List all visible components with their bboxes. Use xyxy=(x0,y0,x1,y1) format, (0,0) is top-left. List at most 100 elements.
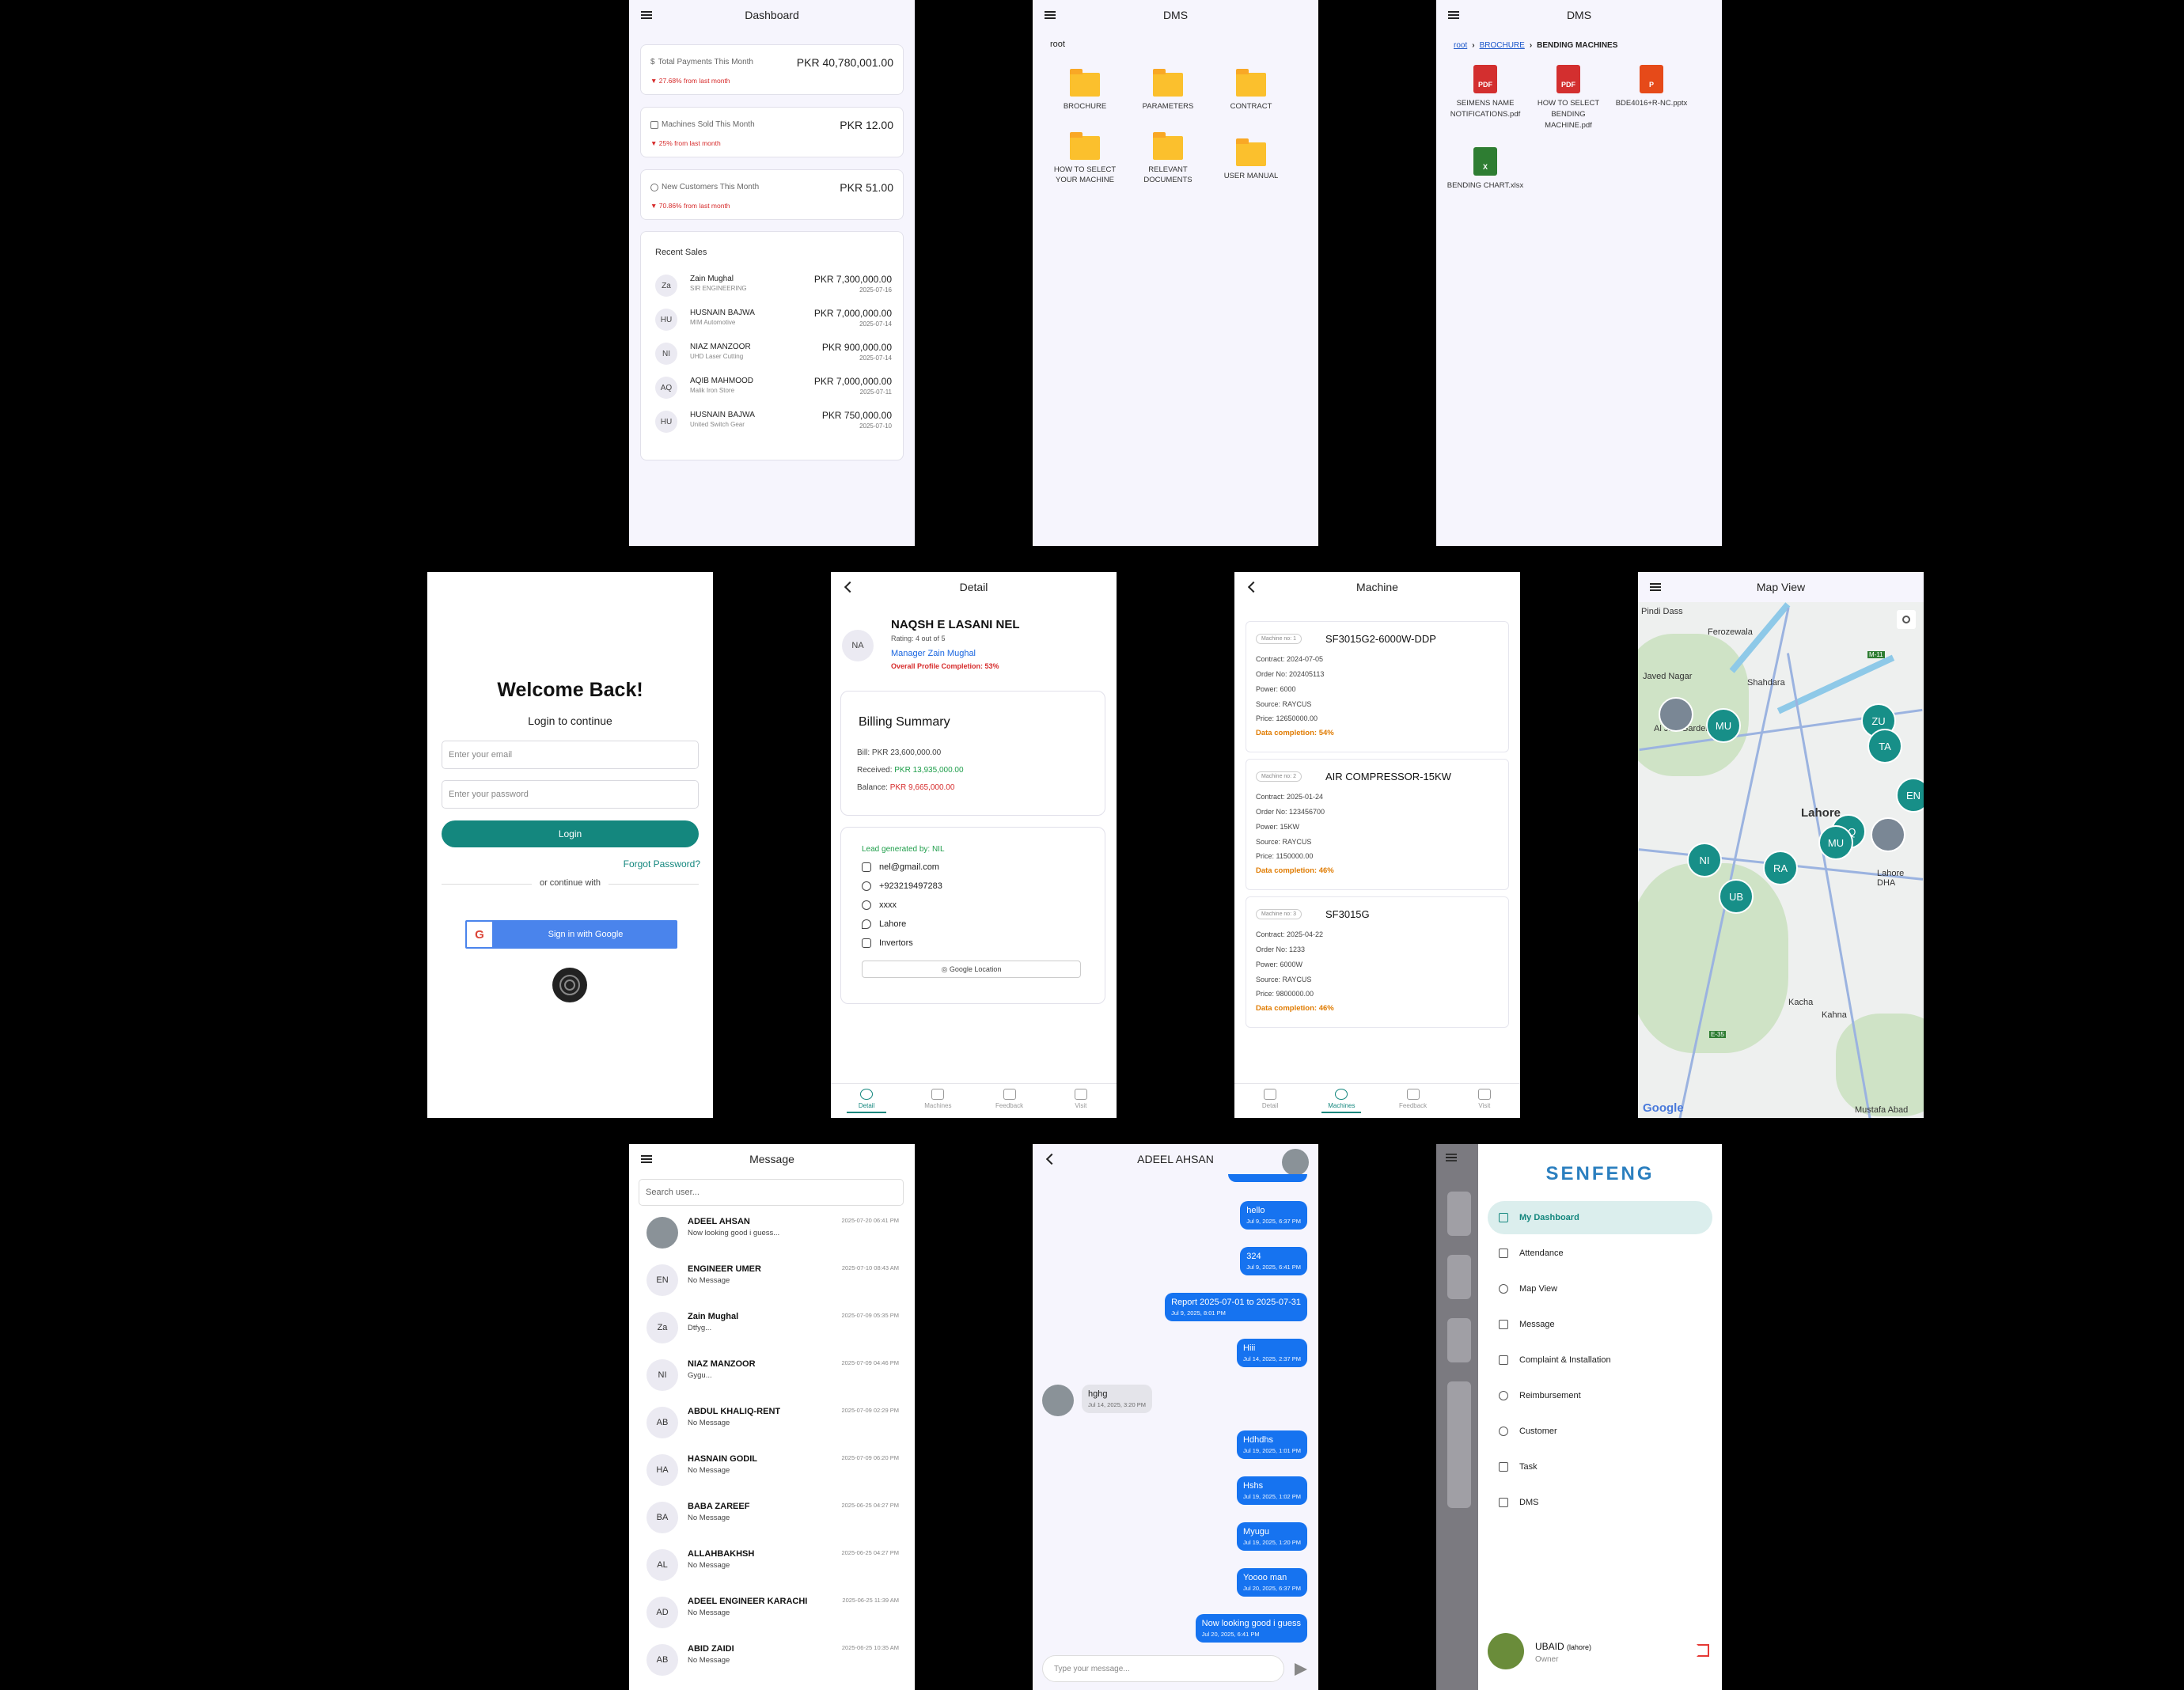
chat-list-item[interactable]: NI NIAZ MANZOOR Gygu... 2025-07-09 04:46 PM xyxy=(646,1355,899,1399)
tab-machines[interactable]: Machines xyxy=(902,1084,973,1118)
nav-item-task[interactable]: Task xyxy=(1488,1450,1712,1483)
folder-item[interactable]: HOW TO SELECT YOUR MACHINE xyxy=(1045,132,1124,185)
file-item[interactable]: X BENDING CHART.xlsx xyxy=(1444,147,1526,191)
nav-item-dms[interactable]: DMS xyxy=(1488,1486,1712,1519)
map-pin[interactable]: RA xyxy=(1763,851,1798,885)
map-pin[interactable]: NI xyxy=(1687,843,1722,877)
machine-card[interactable]: Machine no: 1 SF3015G2-6000W-DDP Contrac… xyxy=(1246,621,1509,752)
my-location-icon[interactable] xyxy=(1897,610,1916,629)
folder-item[interactable]: USER MANUAL xyxy=(1211,138,1291,181)
tab-feedback[interactable]: Feedback xyxy=(974,1084,1045,1118)
google-location-button[interactable]: ◎ Google Location xyxy=(862,961,1081,978)
phone-row[interactable]: +923219497283 xyxy=(862,881,942,891)
folder-item[interactable]: CONTRACT xyxy=(1211,69,1291,112)
chat-list-item[interactable]: HA HASNAIN GODIL No Message 2025-07-09 06:2… xyxy=(646,1449,899,1494)
message-bubble-outgoing[interactable]: 324 Jul 9, 2025, 6:41 PM xyxy=(1240,1247,1307,1275)
message-bubble-incoming[interactable]: hghg Jul 14, 2025, 3:20 PM xyxy=(1082,1385,1152,1413)
chat-list-item[interactable]: ADEEL AHSAN Now looking good i guess... 20… xyxy=(646,1212,899,1256)
tab-detail[interactable]: Detail xyxy=(831,1084,902,1118)
sale-row[interactable]: AQ AQIB MAHMOOD Malik Iron Store PKR 7,0… xyxy=(655,373,892,405)
tab-machines[interactable]: Machines xyxy=(1306,1084,1377,1118)
send-icon[interactable] xyxy=(1295,1663,1307,1676)
menu-icon[interactable] xyxy=(639,1151,654,1167)
message-bubble-outgoing[interactable]: Hiii Jul 14, 2025, 2:37 PM xyxy=(1237,1339,1307,1367)
map-pin[interactable]: MU xyxy=(1706,708,1741,743)
avatar[interactable] xyxy=(1282,1149,1309,1176)
message-bubble-outgoing[interactable]: Yoooo man Jul 20, 2025, 6:37 PM xyxy=(1237,1568,1307,1597)
sale-row[interactable]: HU HUSNAIN BAJWA MIM Automotive PKR 7,00… xyxy=(655,305,892,337)
message-bubble-outgoing[interactable]: Now looking good i guess Jul 20, 2025, 6:… xyxy=(1195,1614,1307,1643)
menu-icon[interactable] xyxy=(1042,7,1058,23)
pdf-icon: PDF xyxy=(1556,65,1580,93)
email-row[interactable]: nel@gmail.com xyxy=(862,862,939,872)
breadcrumb-brochure[interactable]: BROCHURE xyxy=(1480,41,1525,50)
google-signin-button[interactable]: G Sign in with Google xyxy=(465,920,677,949)
tab-visit[interactable]: Visit xyxy=(1449,1084,1520,1118)
nav-item-message[interactable]: Message xyxy=(1488,1308,1712,1341)
nav-item-reimbursement[interactable]: Reimbursement xyxy=(1488,1379,1712,1412)
chat-list-item[interactable]: Za Zain Mughal Dtfyg... 2025-07-09 05:35 PM xyxy=(646,1307,899,1351)
manager-link[interactable]: Manager Zain Mughal xyxy=(891,649,976,658)
chat-preview: Gygu... xyxy=(688,1371,712,1380)
machine-badge: Machine no: 2 xyxy=(1256,771,1302,782)
machine-card[interactable]: Machine no: 2 AIR COMPRESSOR-15KW Contra… xyxy=(1246,759,1509,890)
map-photo-pin[interactable] xyxy=(1871,817,1905,852)
sale-row[interactable]: NI NIAZ MANZOOR UHD Laser Cutting PKR 90… xyxy=(655,339,892,371)
fingerprint-icon[interactable] xyxy=(552,968,587,1002)
folder-item[interactable]: PARAMETERS xyxy=(1128,69,1208,112)
avatar[interactable] xyxy=(1488,1633,1524,1669)
tab-detail[interactable]: Detail xyxy=(1234,1084,1306,1118)
tab-visit[interactable]: Visit xyxy=(1045,1084,1117,1118)
message-bubble-outgoing[interactable]: Report 2025-07-01 to 2025-07-31 Jul 9, 20… xyxy=(1165,1293,1307,1321)
map-pin[interactable]: TA xyxy=(1867,729,1902,764)
machine-power: Power: 6000W xyxy=(1256,961,1303,968)
chat-list-item[interactable]: EN ENGINEER UMER No Message 2025-07-10 08:4… xyxy=(646,1260,899,1304)
map-pin[interactable]: EN xyxy=(1896,778,1924,813)
nav-item-map-view[interactable]: Map View xyxy=(1488,1272,1712,1305)
chat-list-item[interactable]: AB ABDUL KHALIQ-RENT No Message 2025-07-09 … xyxy=(646,1402,899,1446)
sale-row[interactable]: Za Zain Mughal SIR ENGINEERING PKR 7,300… xyxy=(655,271,892,303)
map-pin[interactable]: MU xyxy=(1818,825,1853,860)
dimmed-background[interactable] xyxy=(1436,1144,1478,1690)
nav-item-dashboard[interactable]: My Dashboard xyxy=(1488,1201,1712,1234)
chat-list-item[interactable]: AD ADEEL ENGINEER KARACHI No Message 2025-0… xyxy=(646,1592,899,1636)
chat-list-item[interactable]: AL ALLAHBAKHSH No Message 2025-06-25 04:27 … xyxy=(646,1544,899,1589)
logout-icon[interactable] xyxy=(1697,1644,1709,1657)
message-bubble-outgoing[interactable]: hello Jul 9, 2025, 6:37 PM xyxy=(1240,1201,1307,1230)
map-canvas[interactable]: Pindi Dass Ferozewala Shahdara Javed Nag… xyxy=(1638,602,1924,1118)
machine-card[interactable]: Machine no: 3 SF3015G Contract: 2025-04-… xyxy=(1246,896,1509,1028)
sale-amount: PKR 900,000.00 xyxy=(821,342,892,353)
sale-row[interactable]: HU HUSNAIN BAJWA United Switch Gear PKR … xyxy=(655,407,892,439)
tab-feedback[interactable]: Feedback xyxy=(1378,1084,1449,1118)
nav-item-attendance[interactable]: Attendance xyxy=(1488,1237,1712,1270)
forgot-password-link[interactable]: Forgot Password? xyxy=(624,858,700,870)
folder-item[interactable]: BROCHURE xyxy=(1045,69,1124,112)
breadcrumb-root[interactable]: root xyxy=(1454,41,1467,50)
back-icon[interactable] xyxy=(1244,579,1260,595)
menu-icon[interactable] xyxy=(1446,7,1462,23)
search-input[interactable]: Search user... xyxy=(639,1179,904,1206)
menu-icon[interactable] xyxy=(639,7,654,23)
nav-item-customer[interactable]: Customer xyxy=(1488,1415,1712,1448)
email-field[interactable]: Enter your email xyxy=(442,741,699,769)
map-photo-pin[interactable] xyxy=(1659,697,1693,732)
stat-change: ▼ 27.68% from last month xyxy=(650,77,730,85)
back-icon[interactable] xyxy=(1042,1151,1058,1167)
file-item[interactable]: PDF SEIMENS NAME NOTIFICATIONS.pdf xyxy=(1444,65,1526,120)
message-bubble-outgoing[interactable]: Myugu Jul 19, 2025, 1:20 PM xyxy=(1237,1522,1307,1551)
map-pin[interactable]: UB xyxy=(1719,879,1754,914)
folder-item[interactable]: RELEVANT DOCUMENTS xyxy=(1128,132,1208,185)
message-input[interactable]: Type your message... xyxy=(1042,1655,1284,1682)
file-item[interactable]: P BDE4016+R-NC.pptx xyxy=(1610,65,1693,109)
menu-icon[interactable] xyxy=(1647,579,1663,595)
whatsapp-row[interactable]: xxxx xyxy=(862,900,897,910)
message-bubble-outgoing[interactable]: Hshs Jul 19, 2025, 1:02 PM xyxy=(1237,1476,1307,1505)
back-icon[interactable] xyxy=(840,579,856,595)
password-field[interactable]: Enter your password xyxy=(442,780,699,809)
file-item[interactable]: PDF HOW TO SELECT BENDING MACHINE.pdf xyxy=(1527,65,1610,131)
login-button[interactable]: Login xyxy=(442,820,699,847)
nav-item-complaint[interactable]: Complaint & Installation xyxy=(1488,1343,1712,1377)
message-bubble-outgoing[interactable]: Hdhdhs Jul 19, 2025, 1:01 PM xyxy=(1237,1430,1307,1459)
chat-list-item[interactable]: BA BABA ZAREEF No Message 2025-06-25 04:27 … xyxy=(646,1497,899,1541)
chat-list-item[interactable]: AB ABID ZAIDI No Message 2025-06-25 10:35 A… xyxy=(646,1639,899,1684)
